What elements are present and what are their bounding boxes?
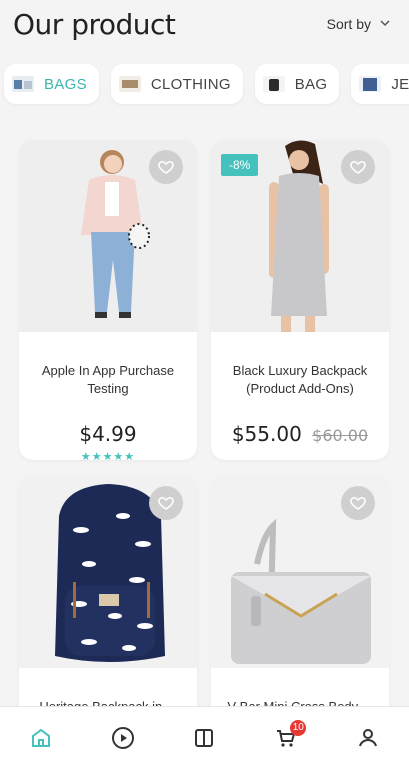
favorite-button[interactable]: [341, 150, 375, 184]
favorite-button[interactable]: [341, 486, 375, 520]
price-value: $55.00: [231, 422, 302, 446]
favorite-button[interactable]: [149, 486, 183, 520]
product-price: $4.99: [19, 422, 197, 446]
category-label: BAGS: [44, 75, 87, 93]
play-circle-icon: [111, 726, 134, 749]
columns-icon: [195, 728, 214, 747]
bottom-navigation: 10: [0, 706, 409, 768]
price-value: $4.99: [79, 422, 137, 446]
sort-label: Sort by: [326, 16, 371, 32]
heart-icon: [350, 496, 366, 510]
clothing-thumbnail-icon: [118, 76, 141, 92]
category-label: BAG: [294, 75, 328, 93]
category-clothing[interactable]: CLOTHING: [110, 64, 243, 104]
product-card[interactable]: -8% Black Luxury Backpack (Product Add-O…: [211, 140, 389, 460]
cart-count-badge: 10: [290, 719, 307, 736]
header: Our product Sort by: [0, 0, 409, 60]
bags-thumbnail-icon: [12, 76, 34, 92]
product-name: Apple In App Purchase Testing: [41, 363, 175, 396]
nav-home[interactable]: [21, 718, 61, 758]
product-name: Black Luxury Backpack (Product Add-Ons): [232, 363, 368, 396]
nav-categories[interactable]: [184, 718, 224, 758]
category-label: CLOTHING: [150, 75, 231, 93]
nav-video[interactable]: [103, 718, 143, 758]
sort-dropdown[interactable]: Sort by: [327, 16, 391, 32]
old-price: $60.00: [312, 426, 369, 445]
category-bag[interactable]: BAG: [254, 64, 340, 104]
nav-cart[interactable]: 10: [266, 718, 307, 758]
rating-stars: ★★★★★: [80, 451, 136, 460]
user-icon: [359, 728, 378, 746]
category-list: BAGS CLOTHING BAG JEANS: [0, 64, 409, 108]
page-title: Our product: [13, 8, 176, 41]
category-bags[interactable]: BAGS: [4, 64, 99, 104]
jeans-thumbnail-icon: [359, 76, 382, 92]
heart-icon: [350, 160, 366, 174]
heart-icon: [158, 496, 174, 510]
heart-icon: [158, 160, 174, 174]
nav-profile[interactable]: [348, 718, 388, 758]
product-price: $55.00 $60.00: [211, 422, 389, 446]
chevron-down-icon: [379, 17, 391, 32]
favorite-button[interactable]: [149, 150, 183, 184]
category-jeans[interactable]: JEANS: [351, 64, 409, 104]
product-card[interactable]: Apple In App Purchase Testing $4.99 ★★★★…: [19, 140, 197, 460]
bag-thumbnail-icon: [262, 76, 285, 92]
home-icon: [31, 728, 50, 747]
category-label: JEANS: [391, 75, 409, 93]
discount-badge: -8%: [221, 154, 259, 176]
